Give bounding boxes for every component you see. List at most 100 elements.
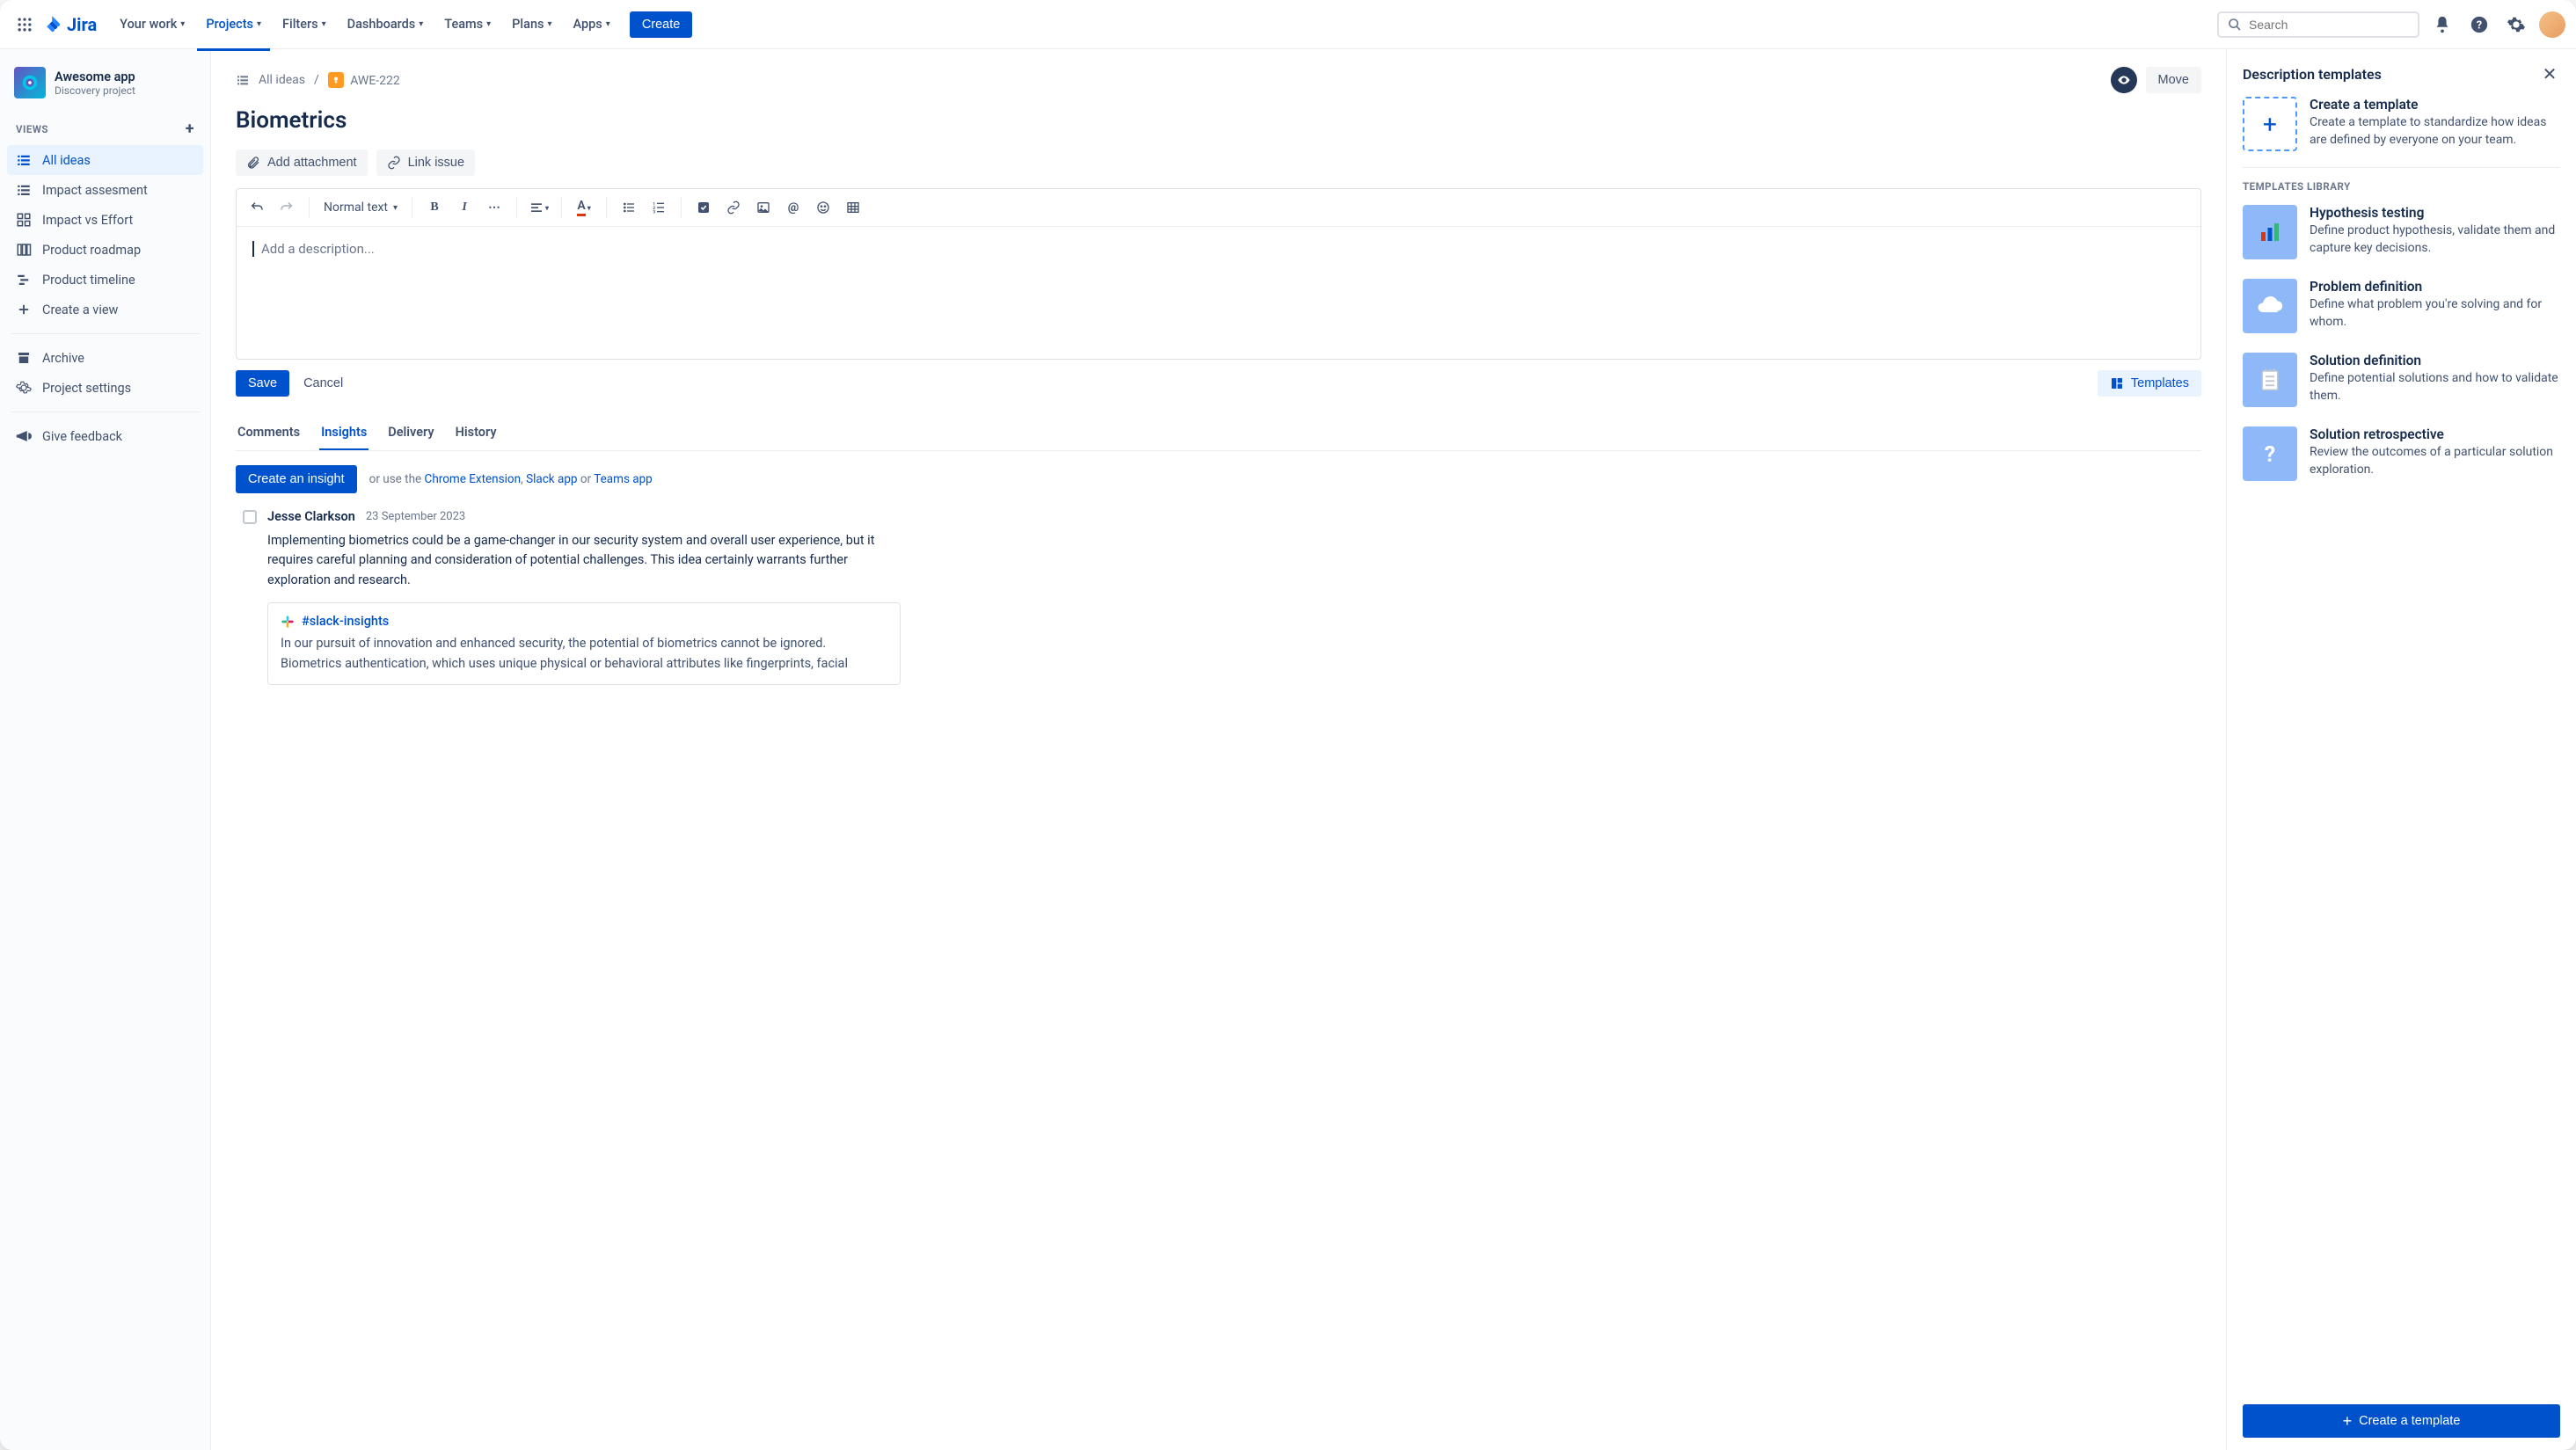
breadcrumb-issue[interactable]: AWE-222 [328, 72, 400, 88]
project-icon [14, 67, 46, 98]
link-icon [387, 156, 401, 170]
create-template-button[interactable]: + Create a template [2243, 1404, 2560, 1438]
numbered-list-icon[interactable]: 123 [646, 194, 672, 221]
sidebar-item-impact-assesment[interactable]: Impact assesment [7, 175, 203, 205]
link-issue-button[interactable]: Link issue [376, 149, 475, 176]
project-header[interactable]: Awesome app Discovery project [7, 63, 203, 113]
tab-history[interactable]: History [454, 416, 499, 450]
bullet-list-icon[interactable] [616, 194, 642, 221]
save-button[interactable]: Save [236, 370, 289, 397]
close-icon[interactable]: ✕ [2539, 63, 2560, 84]
mention-icon[interactable]: @ [780, 194, 806, 221]
nav-item-your-work[interactable]: Your work▾ [111, 11, 193, 37]
settings-icon[interactable] [2502, 11, 2530, 39]
align-icon[interactable]: ▾ [526, 194, 552, 221]
svg-text:?: ? [2265, 442, 2275, 467]
template-solution-retrospective[interactable]: ?Solution retrospectiveReview the outcom… [2243, 426, 2560, 481]
plus-icon: + [2243, 97, 2297, 151]
add-view-icon[interactable]: + [186, 120, 194, 138]
svg-text:3: 3 [653, 210, 655, 215]
issue-content: All ideas / AWE-222 Move [211, 49, 2226, 1450]
sidebar-item-product-timeline[interactable]: Product timeline [7, 265, 203, 295]
description-editor: Normal text▾ B I ⋯ ▾ A▾ 123 [236, 188, 2201, 360]
nav-item-dashboards[interactable]: Dashboards▾ [339, 11, 433, 37]
search-box[interactable] [2217, 11, 2419, 38]
chrome-extension-link[interactable]: Chrome Extension [425, 472, 522, 486]
slack-app-link[interactable]: Slack app [526, 472, 577, 486]
sidebar-item-all-ideas[interactable]: All ideas [7, 145, 203, 175]
add-attachment-button[interactable]: Add attachment [236, 149, 368, 176]
action-item-icon[interactable] [690, 194, 717, 221]
undo-icon[interactable] [244, 194, 270, 221]
project-type: Discovery project [55, 84, 135, 97]
notifications-icon[interactable] [2428, 11, 2456, 39]
insert-link-icon[interactable] [720, 194, 747, 221]
template-solution-definition[interactable]: Solution definitionDefine potential solu… [2243, 353, 2560, 407]
help-icon[interactable]: ? [2465, 11, 2493, 39]
app-switcher-icon[interactable] [11, 11, 39, 39]
more-formatting-icon[interactable]: ⋯ [481, 194, 507, 221]
insight-checkbox[interactable] [243, 510, 257, 524]
chart-icon [2243, 205, 2297, 259]
user-avatar[interactable] [2539, 11, 2565, 38]
sidebar-give-feedback[interactable]: Give feedback [7, 421, 203, 451]
tab-comments[interactable]: Comments [236, 416, 302, 450]
text-color-icon[interactable]: A▾ [571, 194, 597, 221]
sidebar-item-product-roadmap[interactable]: Product roadmap [7, 235, 203, 265]
issue-title[interactable]: Biometrics [236, 107, 2201, 134]
issue-tabs: Comments Insights Delivery History [236, 416, 2201, 451]
create-insight-button[interactable]: Create an insight [236, 465, 357, 493]
top-nav: Jira Your work▾Projects▾Filters▾Dashboar… [0, 0, 2576, 49]
nav-item-apps[interactable]: Apps▾ [565, 11, 619, 37]
slack-channel: #slack-insights [302, 614, 389, 629]
watch-icon[interactable] [2111, 67, 2137, 93]
tab-insights[interactable]: Insights [319, 416, 369, 450]
notepad-icon [2243, 353, 2297, 407]
insight-date: 23 September 2023 [366, 510, 465, 523]
project-name: Awesome app [55, 69, 135, 84]
breadcrumb-root[interactable]: All ideas [259, 73, 305, 87]
nav-item-teams[interactable]: Teams▾ [435, 11, 500, 37]
sidebar: Awesome app Discovery project VIEWS + Al… [0, 49, 211, 1450]
sidebar-project-settings[interactable]: Project settings [7, 373, 203, 403]
insight-entry: Jesse Clarkson 23 September 2023 Impleme… [236, 509, 2201, 685]
templates-button[interactable]: Templates [2098, 370, 2201, 397]
jira-wordmark: Jira [67, 14, 97, 35]
move-button[interactable]: Move [2146, 67, 2201, 93]
create-button[interactable]: Create [630, 11, 693, 38]
nav-items: Your work▾Projects▾Filters▾Dashboards▾Te… [111, 11, 619, 37]
nav-item-filters[interactable]: Filters▾ [274, 11, 335, 37]
templates-panel: Description templates ✕ + Create a templ… [2226, 49, 2576, 1450]
sidebar-archive[interactable]: Archive [7, 343, 203, 373]
editor-toolbar: Normal text▾ B I ⋯ ▾ A▾ 123 [237, 189, 2200, 227]
emoji-icon[interactable] [810, 194, 836, 221]
teams-app-link[interactable]: Teams app [594, 472, 653, 486]
panel-title: Description templates [2243, 66, 2382, 83]
redo-icon[interactable] [274, 194, 300, 221]
nav-item-projects[interactable]: Projects▾ [197, 11, 270, 37]
italic-icon[interactable]: I [451, 194, 478, 221]
insight-hint: or use the Chrome Extension, Slack app o… [369, 472, 653, 486]
template-problem-definition[interactable]: Problem definitionDefine what problem yo… [2243, 279, 2560, 333]
templates-icon [2110, 376, 2124, 390]
slack-icon [281, 615, 295, 629]
tab-delivery[interactable]: Delivery [386, 416, 435, 450]
search-icon [2228, 18, 2242, 32]
text-style-dropdown[interactable]: Normal text▾ [318, 197, 403, 218]
sidebar-item-impact-vs-effort[interactable]: Impact vs Effort [7, 205, 203, 235]
search-input[interactable] [2249, 18, 2409, 32]
bold-icon[interactable]: B [421, 194, 448, 221]
cancel-button[interactable]: Cancel [300, 370, 347, 397]
table-icon[interactable] [840, 194, 866, 221]
nav-item-plans[interactable]: Plans▾ [503, 11, 560, 37]
jira-logo[interactable]: Jira [42, 14, 97, 35]
description-textarea[interactable]: Add a description... [237, 227, 2200, 359]
create-template-card[interactable]: + Create a template Create a template to… [2243, 97, 2560, 151]
question-icon: ? [2243, 426, 2297, 481]
list-icon [236, 73, 250, 87]
sidebar-item-create-a-view[interactable]: Create a view [7, 295, 203, 324]
image-icon[interactable] [750, 194, 777, 221]
template-hypothesis-testing[interactable]: Hypothesis testingDefine product hypothe… [2243, 205, 2560, 259]
slack-preview[interactable]: #slack-insights In our pursuit of innova… [267, 602, 901, 685]
plus-icon: + [2343, 1413, 2353, 1429]
